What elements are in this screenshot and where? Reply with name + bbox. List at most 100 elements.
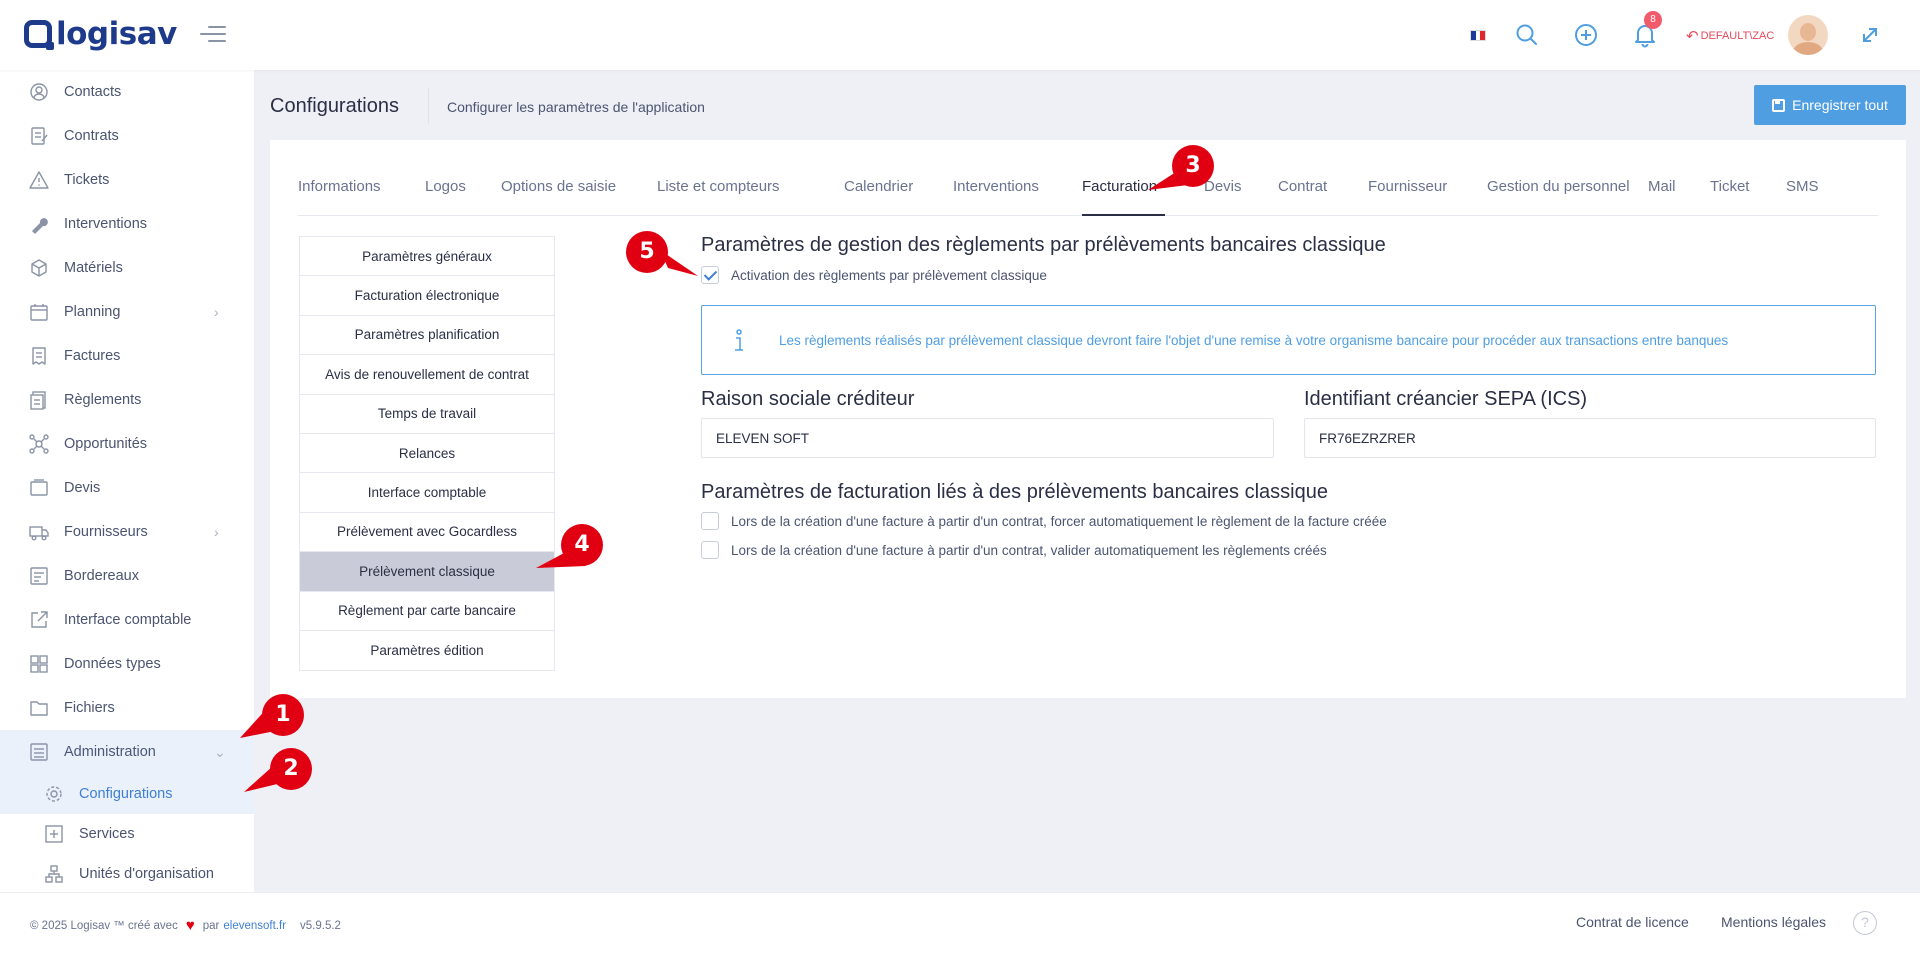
tab-contrat[interactable]: Contrat bbox=[1278, 178, 1327, 195]
creditor-label: Raison sociale créditeur bbox=[701, 388, 915, 410]
tab-interventions[interactable]: Interventions bbox=[953, 178, 1039, 195]
grid-icon bbox=[30, 655, 48, 673]
subnav-interface-comptable[interactable]: Interface comptable bbox=[300, 473, 554, 513]
license-link[interactable]: Contrat de licence bbox=[1576, 914, 1689, 930]
sidebar-item-tickets[interactable]: Tickets bbox=[0, 158, 254, 202]
tab-ticket[interactable]: Ticket bbox=[1710, 178, 1749, 195]
sepa-field[interactable]: FR76EZRZRER bbox=[1304, 418, 1876, 458]
sidebar-item-label: Devis bbox=[64, 480, 101, 496]
subnav-avis-renouvellement[interactable]: Avis de renouvellement de contrat bbox=[300, 355, 554, 395]
logo-text: logisav bbox=[56, 16, 177, 52]
chevron-right-icon: › bbox=[214, 524, 219, 540]
auto-validate-checkbox-row[interactable]: Lors de la création d'une facture à part… bbox=[701, 541, 1327, 559]
tab-options-de-saisie[interactable]: Options de saisie bbox=[501, 178, 616, 195]
sidebar-subitem-label: Configurations bbox=[79, 786, 173, 802]
force-payment-checkbox[interactable] bbox=[701, 512, 719, 530]
sidebar-item-materiels[interactable]: Matériels bbox=[0, 246, 254, 290]
version-text: v5.9.5.2 bbox=[300, 919, 341, 932]
activation-checkbox-row[interactable]: Activation des règlements par prélèvemen… bbox=[701, 266, 1047, 284]
return-arrow-icon: ↶ bbox=[1686, 28, 1699, 45]
tab-logos[interactable]: Logos bbox=[425, 178, 466, 195]
badge-2: 2 bbox=[270, 748, 312, 790]
slips-icon bbox=[30, 567, 48, 585]
top-header: logisav 8 ↶ DEFAULT\ZAC bbox=[0, 0, 1920, 70]
tab-gestion-du-personnel[interactable]: Gestion du personnel bbox=[1487, 178, 1630, 195]
menu-toggle-icon[interactable] bbox=[200, 26, 226, 44]
sidebar-item-contrats[interactable]: Contrats bbox=[0, 114, 254, 158]
logo[interactable]: logisav bbox=[24, 14, 177, 54]
sidebar-item-fournisseurs[interactable]: Fournisseurs › bbox=[0, 510, 254, 554]
sidebar-item-administration[interactable]: Administration ⌄ bbox=[0, 730, 254, 774]
sidebar-subitem-services[interactable]: Services bbox=[0, 814, 254, 854]
creditor-field[interactable]: ELEVEN SOFT bbox=[701, 418, 1274, 458]
billing-subnav: Paramètres généraux Facturation électron… bbox=[299, 236, 555, 672]
page-subtitle: Configurer les paramètres de l'applicati… bbox=[447, 99, 705, 115]
activation-checkbox[interactable] bbox=[701, 266, 719, 284]
subnav-relances[interactable]: Relances bbox=[300, 434, 554, 474]
info-icon bbox=[735, 329, 743, 351]
sidebar-item-planning[interactable]: Planning › bbox=[0, 290, 254, 334]
folder-icon bbox=[30, 701, 48, 716]
auto-validate-checkbox[interactable] bbox=[701, 541, 719, 559]
sidebar-item-label: Opportunités bbox=[64, 436, 148, 452]
subnav-temps-de-travail[interactable]: Temps de travail bbox=[300, 395, 554, 434]
tab-facturation[interactable]: Facturation bbox=[1082, 178, 1157, 195]
copyright: © 2025 Logisav ™ créé avec ♥ par elevens… bbox=[30, 917, 341, 934]
activation-label: Activation des règlements par prélèvemen… bbox=[731, 267, 1047, 283]
tab-liste-et-compteurs[interactable]: Liste et compteurs bbox=[657, 178, 780, 195]
sidebar-item-label: Interface comptable bbox=[64, 612, 192, 628]
sidebar-item-label: Données types bbox=[64, 656, 161, 672]
title-divider bbox=[428, 88, 429, 124]
calendar-icon bbox=[30, 304, 48, 321]
add-circle-icon[interactable] bbox=[1573, 22, 1599, 48]
sidebar-item-factures[interactable]: Factures bbox=[0, 334, 254, 378]
sidebar-item-label: Règlements bbox=[64, 392, 142, 408]
badge-3: 3 bbox=[1172, 145, 1214, 187]
sidebar-item-interventions[interactable]: Interventions bbox=[0, 202, 254, 246]
wrench-icon bbox=[32, 218, 48, 234]
sidebar-subitem-unites[interactable]: Unités d'organisation bbox=[0, 854, 254, 892]
sidebar-item-opportunites[interactable]: Opportunités bbox=[0, 422, 254, 466]
search-icon[interactable] bbox=[1514, 22, 1540, 48]
language-flag-icon[interactable] bbox=[1470, 30, 1486, 41]
elevensoft-link[interactable]: elevensoft.fr bbox=[223, 920, 286, 932]
user-name: DEFAULT\ZAC bbox=[1700, 30, 1775, 42]
info-alert: Les règlements réalisés par prélèvement … bbox=[701, 305, 1876, 375]
sidebar-item-contacts[interactable]: Contacts bbox=[0, 70, 254, 114]
tab-sms[interactable]: SMS bbox=[1786, 178, 1819, 195]
sidebar-item-fichiers[interactable]: Fichiers bbox=[0, 686, 254, 730]
tab-calendrier[interactable]: Calendrier bbox=[844, 178, 913, 195]
sidebar-item-label: Interventions bbox=[64, 216, 148, 232]
sidebar-item-donnees-types[interactable]: Données types bbox=[0, 642, 254, 686]
subnav-prelevement-gocardless[interactable]: Prélèvement avec Gocardless bbox=[300, 513, 554, 553]
save-all-button[interactable]: Enregistrer tout bbox=[1754, 85, 1906, 125]
sidebar-item-devis[interactable]: Devis bbox=[0, 466, 254, 510]
by-text: par bbox=[202, 919, 220, 932]
subnav-parametres-generaux[interactable]: Paramètres généraux bbox=[300, 237, 554, 277]
sidebar-subitem-configurations[interactable]: Configurations bbox=[0, 774, 254, 814]
tab-mail[interactable]: Mail bbox=[1648, 178, 1676, 195]
subnav-reglement-carte-bancaire[interactable]: Règlement par carte bancaire bbox=[300, 592, 554, 631]
force-payment-checkbox-row[interactable]: Lors de la création d'une facture à part… bbox=[701, 512, 1387, 530]
sidebar-item-reglements[interactable]: Règlements bbox=[0, 378, 254, 422]
truck-icon bbox=[29, 526, 49, 541]
subnav-parametres-edition[interactable]: Paramètres édition bbox=[300, 631, 554, 670]
subnav-prelevement-classique[interactable]: Prélèvement classique bbox=[300, 552, 554, 592]
tab-fournisseur[interactable]: Fournisseur bbox=[1368, 178, 1447, 195]
footer: © 2025 Logisav ™ créé avec ♥ par elevens… bbox=[0, 892, 1920, 953]
sidebar-item-label: Fournisseurs bbox=[64, 524, 148, 540]
sidebar-item-bordereaux[interactable]: Bordereaux bbox=[0, 554, 254, 598]
sidebar-item-interface-comptable[interactable]: Interface comptable bbox=[0, 598, 254, 642]
tab-informations[interactable]: Informations bbox=[298, 178, 381, 195]
fullscreen-icon[interactable] bbox=[1857, 22, 1883, 48]
legal-link[interactable]: Mentions légales bbox=[1721, 914, 1826, 930]
user-switch-label[interactable]: ↶ DEFAULT\ZAC bbox=[1686, 27, 1774, 45]
gear-icon bbox=[46, 786, 62, 802]
tab-devis[interactable]: Devis bbox=[1204, 178, 1242, 195]
subnav-parametres-planification[interactable]: Paramètres planification bbox=[300, 316, 554, 356]
badge-4: 4 bbox=[561, 524, 603, 566]
help-icon[interactable]: ? bbox=[1853, 911, 1877, 935]
logo-mark-icon bbox=[24, 20, 54, 50]
subnav-facturation-electronique[interactable]: Facturation électronique bbox=[300, 276, 554, 316]
avatar[interactable] bbox=[1788, 15, 1828, 55]
